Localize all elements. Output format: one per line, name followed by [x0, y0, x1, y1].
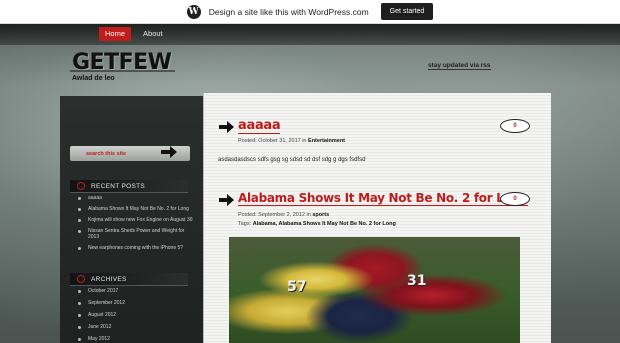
post-date: Posted: October 31, 2017 in — [238, 138, 309, 144]
post-image-football[interactable]: 57 31 — [229, 237, 520, 343]
post-title[interactable]: Alabama Shows It May Not Be No. 2 for Lo… — [238, 191, 528, 206]
post-category-link[interactable]: Entertainment — [308, 138, 345, 144]
search-submit-arrow-icon[interactable] — [160, 144, 178, 160]
wordpress-banner: W Design a site like this with WordPress… — [0, 0, 620, 24]
post-tags-links[interactable]: Alabama, Alabama Shows It May Not Be No.… — [253, 221, 396, 227]
wordpress-logo-icon[interactable]: W — [186, 4, 201, 19]
recent-posts-heading: RECENT POSTS — [70, 180, 188, 193]
heading-bullet-icon — [77, 275, 85, 283]
recent-post-link[interactable]: aaaaa — [70, 195, 195, 201]
archive-link[interactable]: June 2012 — [70, 324, 195, 330]
get-started-button[interactable]: Get started — [380, 3, 434, 20]
archives-heading-text: ARCHIVES — [91, 275, 127, 283]
archives-list: October 2017 September 2012 August 2012 … — [70, 288, 195, 343]
rss-link[interactable]: stay updated via rss — [428, 62, 491, 70]
nav-bar-background — [0, 23, 620, 45]
heading-bullet-icon — [77, 182, 85, 190]
nav-home[interactable]: Home — [99, 27, 132, 41]
post-date: Posted: September 2, 2012 in — [238, 212, 313, 218]
recent-post-link[interactable]: New earphones coming with the iPhone 5? — [70, 245, 195, 251]
post-title[interactable]: aaaaa — [238, 118, 281, 134]
comment-count-bubble[interactable]: 0 — [500, 119, 530, 133]
post-tags: Tags: Alabama, Alabama Shows It May Not … — [238, 221, 396, 227]
archive-link[interactable]: May 2012 — [70, 336, 195, 342]
site-tagline: Awlad de leo — [72, 75, 115, 82]
jersey-number: 57 — [287, 279, 307, 295]
nav-about[interactable]: About — [137, 27, 169, 41]
recent-post-link[interactable]: Kojima will show new Fox Engine on Augus… — [70, 217, 195, 223]
archive-link[interactable]: October 2017 — [70, 288, 195, 294]
post-body: asdasdasdscs sdfs gsg sg sdsd sd dsf sdg… — [218, 157, 366, 163]
post-tags-label: Tags: — [238, 221, 253, 227]
jersey-number: 31 — [407, 273, 427, 289]
recent-posts-list: aaaaa Alabama Shows It May Not Be No. 2 … — [70, 195, 195, 256]
archive-link[interactable]: August 2012 — [70, 312, 195, 318]
post-meta: Posted: September 2, 2012 in sports — [238, 212, 329, 218]
post-arrow-icon — [219, 120, 234, 133]
comment-count-bubble[interactable]: 0 — [500, 192, 530, 206]
archives-heading: ARCHIVES — [70, 273, 188, 286]
post-arrow-icon — [219, 193, 234, 206]
post-meta: Posted: October 31, 2017 in Entertainmen… — [238, 138, 345, 144]
post-category-link[interactable]: sports — [312, 212, 329, 218]
recent-post-link[interactable]: Alabama Shows It May Not Be No. 2 for Lo… — [70, 206, 195, 212]
recent-post-link[interactable]: Nissan Sentra Sheds Power and Weight for… — [70, 228, 195, 240]
archive-link[interactable]: September 2012 — [70, 300, 195, 306]
recent-posts-heading-text: RECENT POSTS — [91, 182, 146, 190]
site-title[interactable]: GETFEW — [69, 50, 176, 75]
search-placeholder: search this site — [86, 150, 127, 157]
main-nav: Home About — [99, 27, 169, 41]
wordpress-banner-text: Design a site like this with WordPress.c… — [208, 6, 369, 17]
